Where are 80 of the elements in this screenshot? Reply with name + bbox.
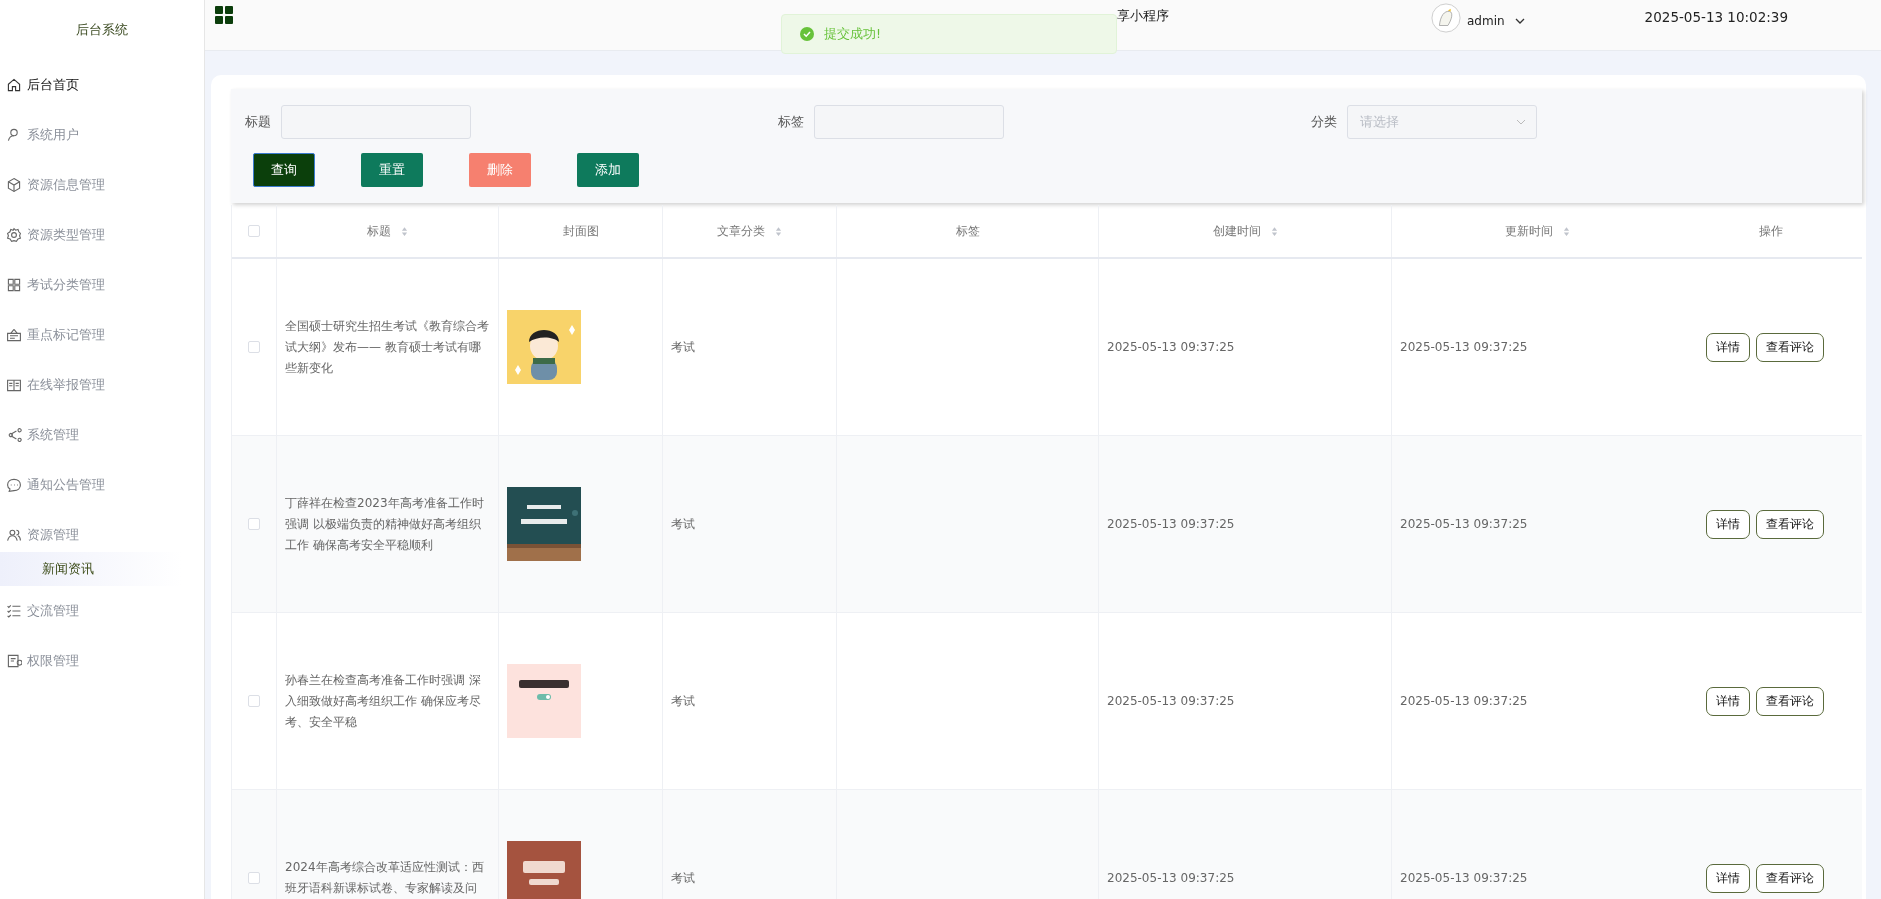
column-header: 文章分类 [717,222,765,240]
column-header: 创建时间 [1212,222,1261,240]
sidebar-item[interactable]: 权限管理 [0,636,204,686]
table-cell: 2025-05-13 09:37:25 [1107,340,1235,354]
table-cell: 2025-05-13 09:37:25 [1400,694,1528,708]
column-header: 封面图 [562,222,599,240]
sidebar-item[interactable]: 重点标记管理 [0,310,204,360]
table-cell: 考试 [671,869,695,887]
table-cell-text: 孙春兰在检查高考准备工作时强调 深入细致做好高考组织工作 确保应考尽考、安全平稳 [285,671,482,731]
field-label: 标签 [778,113,804,131]
avatar-icon[interactable] [1431,3,1461,33]
checkbox[interactable] [248,341,260,353]
table-cell-text: 2024年高考综合改革适应性测试：西班牙语科新课标试卷、专家解读及问 [285,859,485,897]
action-button[interactable]: 添加 [577,153,639,187]
table-cell: 2025-05-13 09:37:25 [1107,517,1235,531]
datetime: 2025-05-13 10:02:39 [1644,9,1788,25]
column-header: 标题 [367,222,391,240]
table-cell: 2025-05-13 09:37:25 [1107,694,1235,708]
table-cell-text: 全国硕士研究生招生考试《教育综合考试大纲》发布—— 教育硕士考试有哪些新变化 [285,317,490,377]
table-cell: 2025-05-13 09:37:25 [1400,517,1528,531]
sidebar-item[interactable]: 交流管理 [0,586,204,636]
sort-icon[interactable] [401,225,408,237]
input-field[interactable] [281,105,471,139]
row-action-button[interactable]: 查看评论 [1756,332,1824,362]
sidebar-item[interactable]: 系统管理 [0,410,204,460]
table-cell-text: 丁薛祥在检查2023年高考准备工作时强调 以极端负责的精神做好高考组织工作 确保高考安全平稳顺利 [285,494,485,554]
menu-icon [6,377,22,393]
table-cell: 2025-05-13 09:37:25 [1400,871,1528,885]
row-action-button[interactable]: 详情 [1706,509,1750,539]
table-cell: 考试 [671,692,695,710]
sidebar-item[interactable]: 资源信息管理 [0,160,204,210]
table-cell: 2025-05-13 09:37:25 [1400,340,1528,354]
field-label: 标题 [245,113,271,131]
chevron-down-icon [1516,119,1526,125]
table-cell: 考试 [671,338,695,356]
table-cell: 考试 [671,515,695,533]
toast-message: 提交成功! [824,25,881,43]
column-header: 标签 [955,222,980,240]
table-cell: 2025-05-13 09:37:25 [1107,871,1235,885]
sort-icon[interactable] [1562,225,1570,237]
menu-icon [6,227,22,243]
row-action-button[interactable]: 查看评论 [1756,686,1824,716]
menu-icon [6,77,22,93]
app-title: 后台系统 [75,21,129,39]
row-action-button[interactable]: 详情 [1706,332,1750,362]
menu-icon [6,653,22,669]
row-action-button[interactable]: 详情 [1706,686,1750,716]
sidebar-item[interactable]: 考试分类管理 [0,260,204,310]
menu-icon [6,177,22,193]
system-title: 享小程序 [1117,7,1169,25]
menu-icon [6,527,22,543]
row-action-button[interactable]: 查看评论 [1756,509,1824,539]
menu-icon [6,603,22,619]
menu-icon [6,427,22,443]
checkbox[interactable] [248,518,260,530]
sidebar-item[interactable]: 资源类型管理 [0,210,204,260]
menu-icon [6,327,22,343]
column-header: 更新时间 [1504,222,1553,240]
column-header: 操作 [1759,222,1783,240]
input-field[interactable] [814,105,1004,139]
checkbox[interactable] [248,695,260,707]
row-action-button[interactable]: 详情 [1706,863,1750,893]
chevron-down-icon[interactable] [1514,18,1525,24]
field-label: 分类 [1311,113,1337,131]
row-action-button[interactable]: 查看评论 [1756,863,1824,893]
sidebar-item[interactable]: 在线举报管理 [0,360,204,410]
sort-icon[interactable] [775,225,782,237]
grid-icon[interactable] [215,6,233,24]
sidebar-item[interactable]: 通知公告管理 [0,460,204,510]
menu-icon [6,277,22,293]
user-name[interactable]: admin [1467,14,1505,28]
action-button[interactable]: 重置 [361,153,423,187]
checkbox[interactable] [248,225,260,237]
sidebar-item[interactable]: 系统用户 [0,110,204,160]
checkbox[interactable] [248,872,260,884]
menu-icon [6,477,22,493]
action-button[interactable]: 查询 [253,153,315,187]
sort-icon[interactable] [1270,225,1278,237]
sidebar-item[interactable]: 后台首页 [0,60,204,110]
success-icon [800,27,814,41]
